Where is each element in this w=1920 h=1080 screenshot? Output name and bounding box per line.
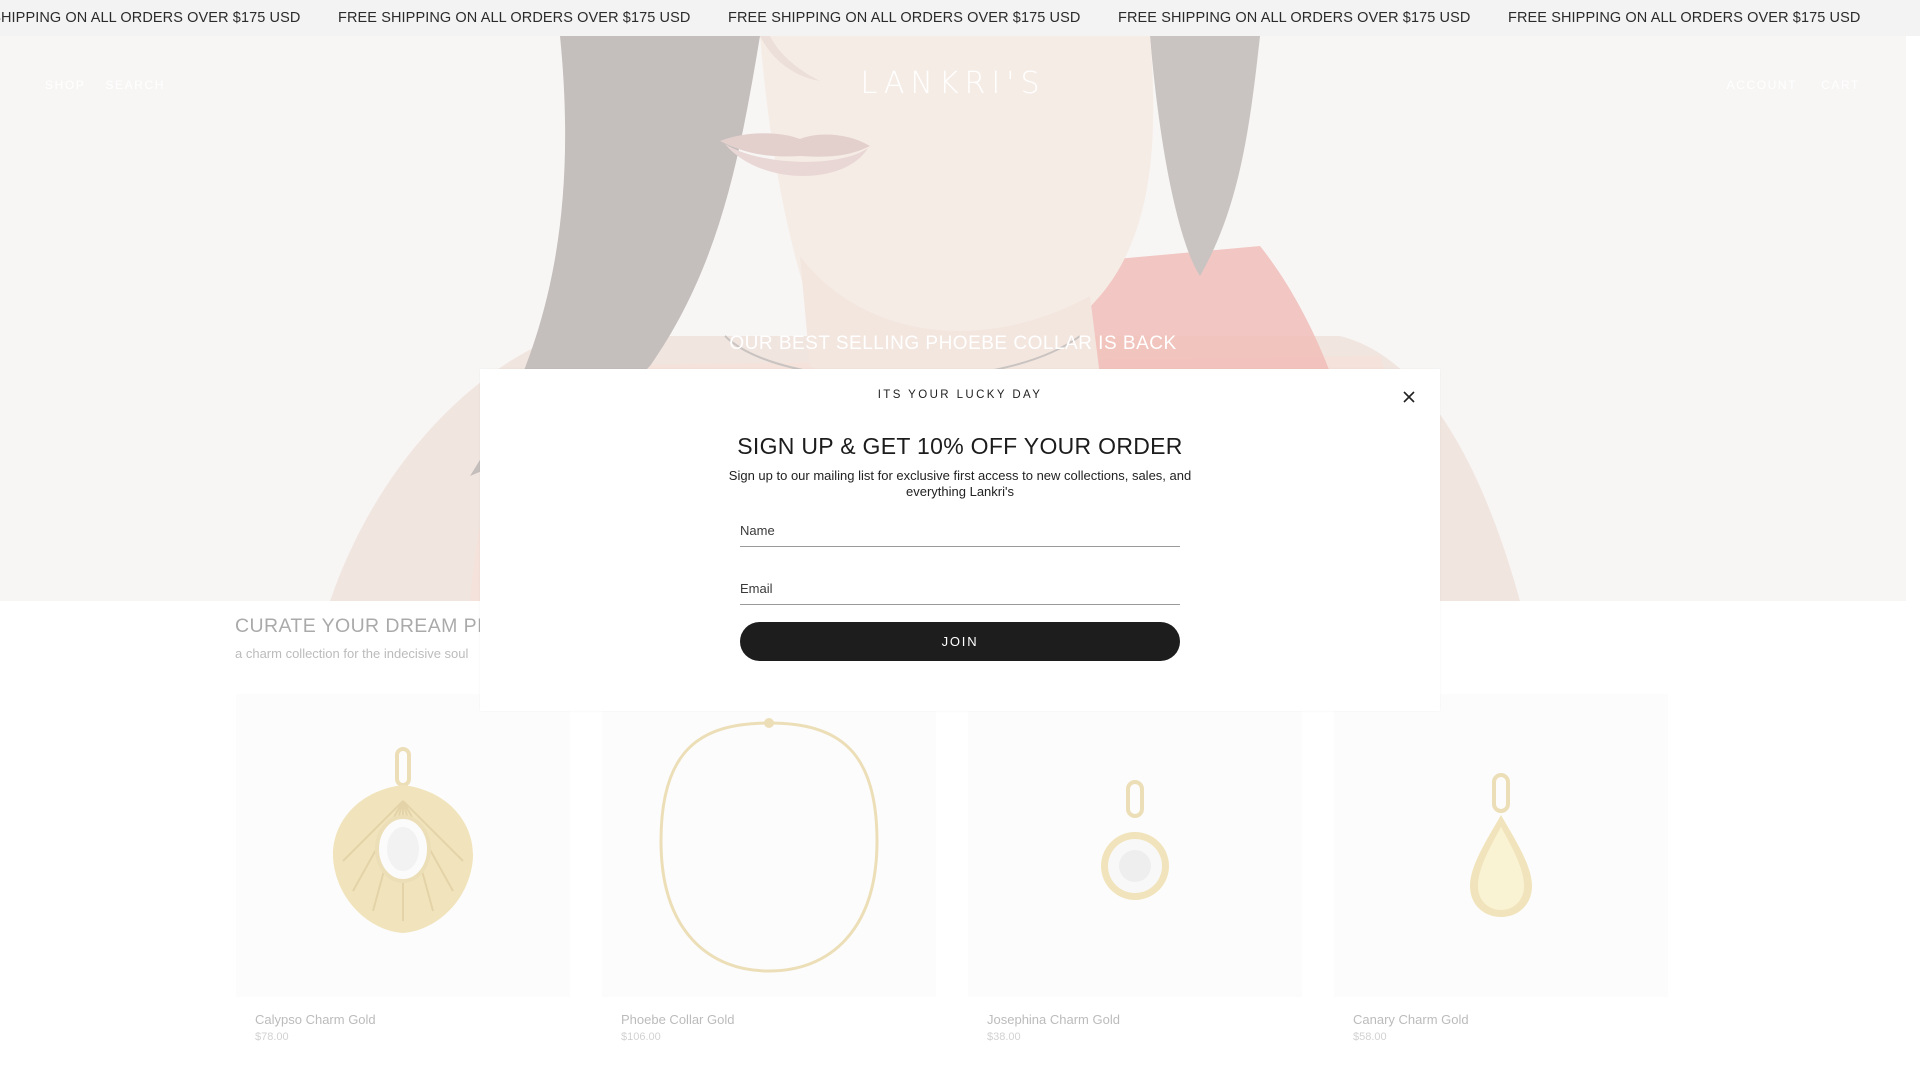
announcement-track: FREE SHIPPING ON ALL ORDERS OVER $175 US… bbox=[0, 0, 1898, 36]
join-button[interactable]: JOIN bbox=[740, 622, 1180, 661]
modal-eyebrow: ITS YOUR LUCKY DAY bbox=[877, 389, 1043, 401]
announcement-text: FREE SHIPPING ON ALL ORDERS OVER $175 US… bbox=[338, 10, 691, 26]
newsletter-modal: ITS YOUR LUCKY DAY SIGN UP & GET 10% OFF… bbox=[480, 369, 1440, 711]
email-field bbox=[740, 573, 1180, 605]
announcement-text: FREE SHIPPING ON ALL ORDERS OVER $175 US… bbox=[728, 10, 1081, 26]
announcement-text: FREE SHIPPING ON ALL ORDERS OVER $175 US… bbox=[1118, 10, 1471, 26]
close-icon[interactable] bbox=[1400, 388, 1418, 406]
announcement-bar: FREE SHIPPING ON ALL ORDERS OVER $175 US… bbox=[0, 0, 1920, 36]
announcement-text: FREE SHIPPING ON ALL ORDERS OVER $175 US… bbox=[0, 10, 301, 26]
modal-title: SIGN UP & GET 10% OFF YOUR ORDER bbox=[737, 433, 1183, 459]
email-input[interactable] bbox=[740, 573, 1180, 604]
name-field bbox=[740, 515, 1180, 547]
modal-description: Sign up to our mailing list for exclusiv… bbox=[728, 468, 1192, 499]
announcement-text: FREE SHIPPING ON ALL ORDERS OVER $175 US… bbox=[1508, 10, 1861, 26]
name-input[interactable] bbox=[740, 515, 1180, 546]
